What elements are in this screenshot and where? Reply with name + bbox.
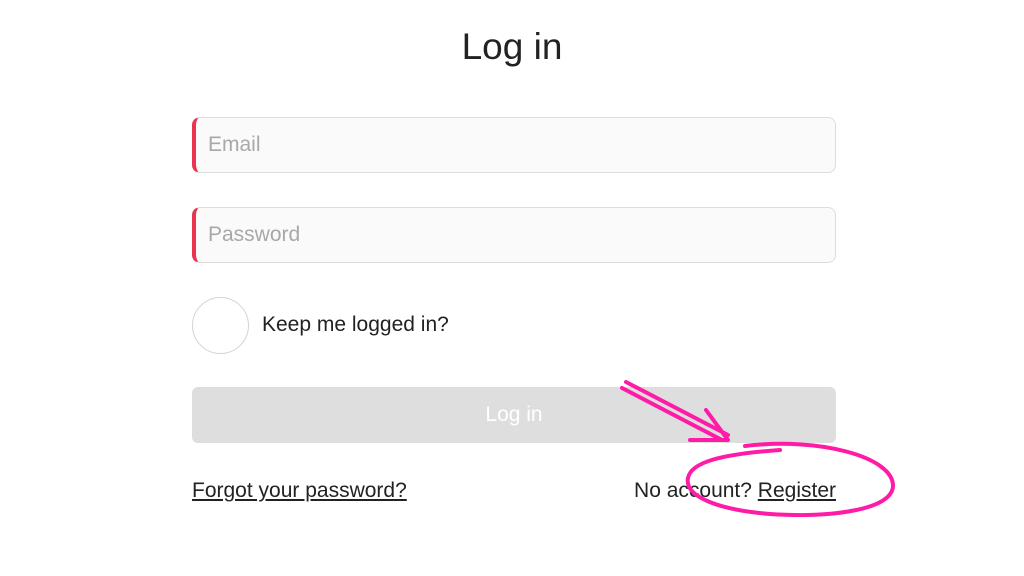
page-title: Log in — [461, 26, 563, 67]
no-account-text: No account? — [634, 479, 752, 502]
email-field[interactable] — [192, 117, 836, 173]
keep-logged-in-label: Keep me logged in? — [262, 313, 449, 336]
keep-logged-in-checkbox[interactable] — [192, 296, 249, 354]
login-page: Log in Keep me logged in? Log in Forgot … — [0, 0, 1024, 576]
login-button[interactable]: Log in — [192, 387, 836, 443]
annotation-overlay — [620, 380, 896, 517]
keep-logged-in-row: Keep me logged in? — [192, 296, 449, 354]
register-row: No account? Register — [634, 479, 836, 503]
password-field[interactable] — [192, 207, 836, 263]
register-link[interactable]: Register — [758, 479, 836, 502]
forgot-password-link[interactable]: Forgot your password? — [192, 479, 407, 503]
